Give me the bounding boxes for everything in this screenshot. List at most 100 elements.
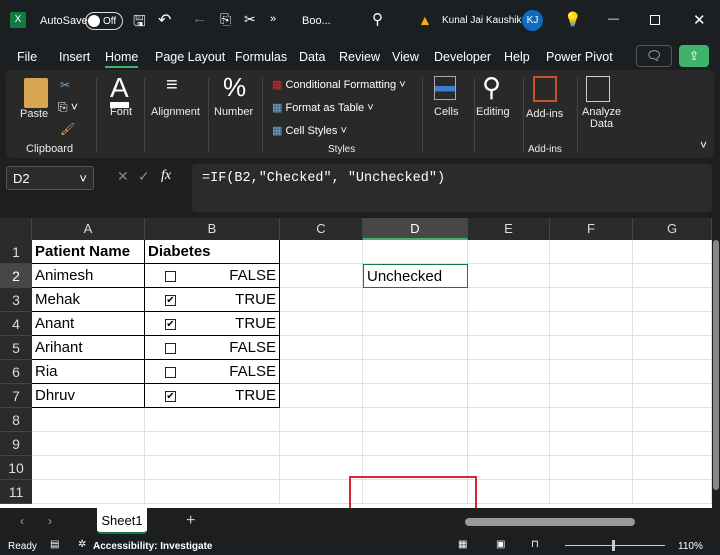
active-cell[interactable]: Unchecked [363, 264, 468, 288]
cell[interactable] [363, 288, 468, 312]
select-all[interactable] [0, 218, 32, 240]
cell[interactable] [280, 408, 363, 432]
row-header[interactable]: 8 [0, 408, 32, 432]
tab-home[interactable]: Home [105, 50, 139, 68]
cell[interactable]: Animesh [32, 264, 145, 288]
cells-icon[interactable] [434, 76, 456, 100]
tab-developer[interactable]: Developer [434, 50, 491, 64]
autosave-toggle[interactable]: Off [85, 12, 123, 30]
conditional-formatting-button[interactable]: ▦ Conditional Formatting ˅ [272, 78, 406, 91]
vertical-scrollbar[interactable] [712, 218, 720, 508]
enter-icon[interactable]: ✓ [138, 168, 150, 185]
paste-button[interactable]: Paste [20, 108, 48, 120]
cell[interactable] [633, 312, 712, 336]
cell[interactable]: Ria [32, 360, 145, 384]
cell[interactable] [633, 480, 712, 504]
column-header[interactable]: C [280, 218, 363, 240]
tab-view[interactable]: View [392, 50, 419, 64]
cell[interactable] [145, 408, 280, 432]
cell-styles-button[interactable]: ▦ Cell Styles ˅ [272, 124, 347, 137]
cut-icon[interactable]: ✂ [244, 11, 256, 28]
cancel-icon[interactable]: ✕ [117, 168, 129, 185]
next-sheet-icon[interactable]: › [48, 514, 52, 528]
editing-button[interactable]: Editing [476, 106, 510, 118]
cell[interactable] [280, 312, 363, 336]
minimize-button[interactable]: — [608, 13, 619, 25]
formula-input[interactable]: =IF(B2,"Checked", "Unchecked") [192, 164, 712, 212]
checkbox[interactable] [165, 367, 176, 378]
column-header[interactable]: D [363, 218, 468, 240]
paste-icon[interactable] [24, 78, 48, 108]
cell[interactable] [280, 240, 363, 264]
tab-insert[interactable]: Insert [59, 50, 90, 64]
cell[interactable] [633, 264, 712, 288]
normal-view-icon[interactable]: ▦ [458, 539, 467, 550]
checkbox[interactable]: ✔ [165, 391, 176, 402]
analyze-data-button[interactable]: Analyze Data [582, 106, 621, 130]
maximize-button[interactable] [650, 15, 660, 25]
cell[interactable] [468, 336, 550, 360]
spreadsheet-grid[interactable]: A B C D E F G 1 Patient Name Diabetes 2 Anim… [0, 218, 712, 516]
cell[interactable] [550, 408, 633, 432]
cell[interactable]: FALSE [145, 360, 280, 384]
checkbox[interactable]: ✔ [165, 319, 176, 330]
checkbox[interactable] [165, 343, 176, 354]
cell[interactable] [633, 432, 712, 456]
cell[interactable] [550, 264, 633, 288]
cell[interactable] [363, 384, 468, 408]
header-cell[interactable]: Patient Name [32, 240, 145, 264]
cell[interactable] [633, 288, 712, 312]
column-header[interactable]: B [145, 218, 280, 240]
cell[interactable] [145, 456, 280, 480]
cell[interactable] [468, 432, 550, 456]
cell[interactable]: ✔ TRUE [145, 384, 280, 408]
cell[interactable]: ✔ TRUE [145, 312, 280, 336]
insert-function-button[interactable]: fx [161, 168, 171, 184]
search-icon[interactable]: ⚲ [482, 72, 501, 103]
cell[interactable] [550, 336, 633, 360]
row-header[interactable]: 2 [0, 264, 32, 288]
cut-icon[interactable]: ✂ [60, 78, 70, 92]
horizontal-scrollbar[interactable] [465, 518, 635, 526]
share-button[interactable]: ⇪ [679, 45, 709, 67]
cell[interactable] [363, 432, 468, 456]
accessibility-status[interactable]: Accessibility: Investigate [93, 541, 213, 552]
zoom-slider[interactable] [565, 540, 665, 551]
cell[interactable] [633, 456, 712, 480]
cell[interactable] [550, 432, 633, 456]
cell[interactable] [363, 312, 468, 336]
cell[interactable]: Arihant [32, 336, 145, 360]
format-painter-icon[interactable]: 🖌 [60, 122, 75, 136]
sheet-tab-sheet1[interactable]: Sheet1 [97, 508, 147, 534]
cell[interactable] [32, 480, 145, 504]
page-break-view-icon[interactable]: ⊓ [531, 539, 539, 550]
addins-icon[interactable] [533, 76, 557, 102]
close-button[interactable]: ✕ [693, 11, 706, 29]
cell[interactable] [468, 312, 550, 336]
alignment-icon[interactable]: ≡ [166, 74, 178, 97]
font-icon[interactable]: A [110, 74, 129, 108]
cell[interactable] [468, 384, 550, 408]
checkbox[interactable] [165, 271, 176, 282]
cell[interactable]: Dhruv [32, 384, 145, 408]
tab-power-pivot[interactable]: Power Pivot [546, 50, 613, 64]
cell[interactable] [145, 432, 280, 456]
column-header[interactable]: G [633, 218, 712, 240]
tab-data[interactable]: Data [299, 50, 325, 64]
cell[interactable] [363, 336, 468, 360]
column-header[interactable]: F [550, 218, 633, 240]
cell[interactable]: ✔ TRUE [145, 288, 280, 312]
cell[interactable] [468, 240, 550, 264]
tab-help[interactable]: Help [504, 50, 530, 64]
cell[interactable] [468, 360, 550, 384]
tab-file[interactable]: File [17, 50, 37, 64]
cell[interactable] [280, 288, 363, 312]
cell[interactable] [550, 456, 633, 480]
cell[interactable] [468, 264, 550, 288]
cell[interactable] [633, 408, 712, 432]
page-layout-view-icon[interactable]: ▣ [496, 539, 505, 550]
checkbox[interactable]: ✔ [165, 295, 176, 306]
column-header[interactable]: A [32, 218, 145, 240]
format-as-table-button[interactable]: ▦ Format as Table ˅ [272, 101, 374, 114]
cell[interactable] [550, 288, 633, 312]
